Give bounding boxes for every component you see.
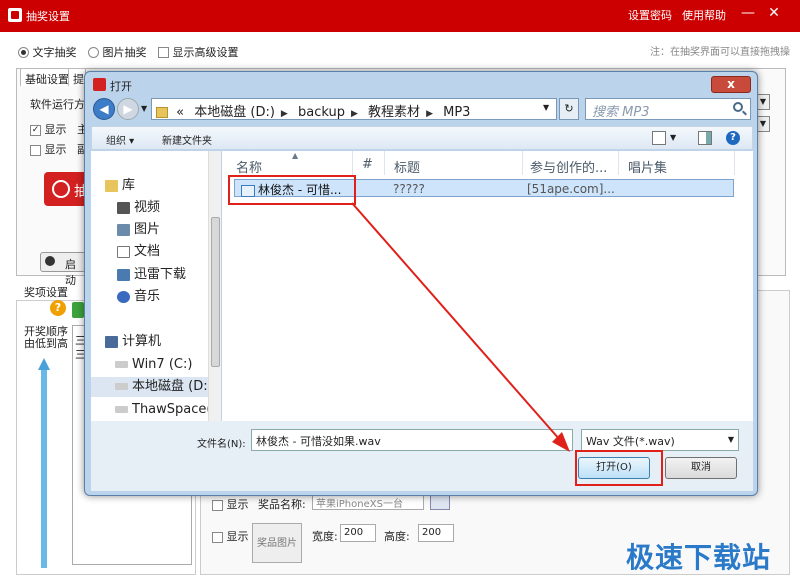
app-logo-icon <box>8 8 22 22</box>
address-segment[interactable]: backup <box>298 105 345 119</box>
column-artist[interactable]: 参与创作的... <box>530 157 607 176</box>
picture-icon <box>117 223 130 236</box>
column-number[interactable]: # <box>362 157 373 172</box>
filename-input[interactable]: 林俊杰 - 可惜没如果.wav <box>251 429 573 451</box>
tab-basic-settings[interactable]: 基础设置 <box>20 68 74 86</box>
video-icon <box>117 201 130 214</box>
address-dropdown-icon[interactable]: ▼ <box>543 103 549 112</box>
show-advanced-checkbox[interactable]: 显示高级设置 <box>158 44 239 60</box>
order-arrow-icon <box>38 358 50 568</box>
search-input[interactable]: 搜索 MP3 <box>585 98 751 120</box>
open-file-dialog: 打开 x ◀ ▶ ▼ « 本地磁盘 (D:) ▶ backup ▶ 教程素材 ▶ MP… <box>84 71 758 496</box>
draw-logo-icon <box>52 180 70 198</box>
column-album[interactable]: 唱片集 <box>628 157 667 176</box>
dialog-close-button[interactable]: x <box>711 76 751 93</box>
back-button[interactable]: ◀ <box>93 98 115 120</box>
address-segment[interactable]: 本地磁盘 (D:) <box>194 101 275 119</box>
nav-thawspace[interactable]: ThawSpace( <box>115 400 211 420</box>
image-draw-radio[interactable]: 图片抽奖 <box>88 44 147 60</box>
dialog-app-icon <box>93 78 106 91</box>
start-button[interactable]: 启动 <box>40 252 86 287</box>
cancel-button[interactable]: 取消 <box>665 457 737 479</box>
height-input[interactable]: 200 <box>418 524 454 542</box>
close-button[interactable]: ✕ <box>764 3 784 23</box>
start-icon <box>45 256 55 266</box>
address-segment[interactable]: MP3 <box>443 105 470 119</box>
app-title-bar: 抽奖设置 设置密码 使用帮助 — ✕ <box>0 0 800 32</box>
address-segment[interactable]: 教程素材 <box>368 101 420 119</box>
nav-drive-d[interactable]: 本地磁盘 (D: <box>91 377 209 397</box>
new-folder-button[interactable]: 新建文件夹 <box>162 132 212 147</box>
chevron-right-icon[interactable]: ▶ <box>351 109 358 119</box>
column-title[interactable]: 标题 <box>394 157 420 176</box>
dialog-title: 打开 <box>110 80 132 93</box>
add-prize-icon[interactable] <box>72 302 84 318</box>
nav-computer[interactable]: 计算机 <box>105 332 161 352</box>
second-dropdown[interactable]: ▼ <box>756 116 770 132</box>
run-mode-label: 软件运行方 <box>30 98 85 111</box>
search-icon[interactable] <box>733 102 743 112</box>
column-name[interactable]: 名称 <box>236 157 262 176</box>
nav-thunder-downloads[interactable]: 迅雷下载 <box>117 265 186 285</box>
recent-pages-icon[interactable]: ▼ <box>141 104 147 113</box>
view-options-icon[interactable] <box>652 131 666 145</box>
watermark-logo: 极速下载站 <box>626 541 772 574</box>
run-mode-dropdown[interactable]: ▼ <box>756 94 770 110</box>
nav-pictures[interactable]: 图片 <box>117 220 160 240</box>
nav-documents[interactable]: 文档 <box>117 242 160 262</box>
show-prize-pic-checkbox[interactable]: 显示 <box>212 528 249 544</box>
open-button-highlight-box <box>575 450 663 486</box>
nav-drive-c[interactable]: Win7 (C:) <box>115 355 192 375</box>
address-bar[interactable]: « 本地磁盘 (D:) ▶ backup ▶ 教程素材 ▶ MP3 <box>151 98 557 120</box>
help-icon[interactable]: ? <box>50 300 66 316</box>
prize-picture-button[interactable]: 奖品图片 <box>252 523 302 563</box>
text-draw-radio[interactable]: 文字抽奖 <box>18 44 77 60</box>
prize-name-label: 奖品名称: <box>258 498 306 511</box>
app-title: 抽奖设置 <box>26 10 70 23</box>
preview-pane-icon[interactable] <box>698 131 712 145</box>
forward-button[interactable]: ▶ <box>117 98 139 120</box>
chevron-right-icon[interactable]: ▶ <box>281 109 288 119</box>
chevron-right-icon[interactable]: ▶ <box>426 109 433 119</box>
show-main-checkbox[interactable]: ✓ 显示 主 <box>30 121 88 137</box>
help-menu[interactable]: 使用帮助 <box>682 7 726 23</box>
computer-icon <box>105 335 118 348</box>
draw-order-label: 开奖顺序 由低到高 <box>24 325 68 350</box>
sort-arrow-icon: ▲ <box>292 151 299 160</box>
music-icon <box>117 290 130 303</box>
width-input[interactable]: 200 <box>340 524 376 542</box>
show-sub-checkbox[interactable]: 显示 副 <box>30 141 88 157</box>
chevron-down-icon: ▼ <box>727 435 734 444</box>
set-password-menu[interactable]: 设置密码 <box>628 7 672 23</box>
folder-icon <box>156 107 168 118</box>
drag-hint: 注：在抽奖界面可以直接拖拽操 <box>650 47 790 58</box>
show-prize-name-checkbox[interactable]: 显示 <box>212 496 249 512</box>
nav-video[interactable]: 视频 <box>117 198 160 218</box>
organize-menu[interactable]: 组织 ▾ <box>106 132 134 147</box>
minimize-button[interactable]: — <box>738 3 758 23</box>
dialog-toolbar: 组织 ▾ 新建文件夹 ▼ ? <box>91 126 753 150</box>
drive-icon <box>115 383 128 390</box>
filename-label: 文件名(N): <box>197 439 246 450</box>
drive-icon <box>115 406 128 413</box>
file-artist: [51ape.com]... <box>527 182 615 196</box>
view-dropdown-icon[interactable]: ▼ <box>670 133 676 142</box>
nav-scrollbar[interactable] <box>208 151 221 421</box>
width-label: 宽度: <box>312 530 338 543</box>
nav-library[interactable]: 库 <box>105 176 135 196</box>
height-label: 高度: <box>384 530 410 543</box>
refresh-button[interactable]: ↻ <box>559 98 579 120</box>
file-highlight-box <box>228 175 356 205</box>
file-title: ????? <box>393 182 425 196</box>
library-icon <box>105 179 118 192</box>
document-icon <box>117 245 130 258</box>
nav-music[interactable]: 音乐 <box>117 287 160 307</box>
nav-scrollbar-thumb[interactable] <box>211 217 220 367</box>
thunder-icon <box>117 268 130 281</box>
file-type-select[interactable]: Wav 文件(*.wav) ▼ <box>581 429 739 451</box>
drive-icon <box>115 361 128 368</box>
address-overflow[interactable]: « <box>176 105 184 119</box>
help-icon[interactable]: ? <box>726 131 740 145</box>
prize-section-label: 奖项设置 <box>24 286 68 299</box>
